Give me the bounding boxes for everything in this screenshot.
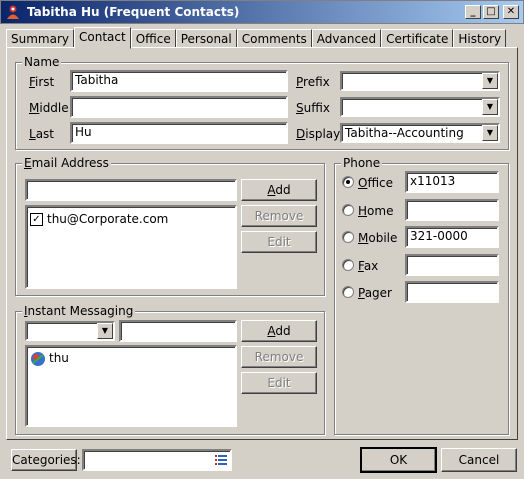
fax-label: Fax bbox=[358, 259, 379, 273]
mobile-phone-field[interactable]: 321-0000 bbox=[405, 226, 499, 248]
fax-phone-field[interactable] bbox=[405, 254, 499, 276]
close-button[interactable]: ✕ bbox=[503, 5, 519, 19]
prefix-label: Prefix bbox=[296, 75, 330, 89]
first-name-field[interactable]: Tabitha bbox=[70, 70, 288, 92]
im-list[interactable]: thu bbox=[25, 345, 237, 427]
mobile-radio[interactable] bbox=[342, 231, 354, 243]
email-list[interactable]: ✓ thu@Corporate.com bbox=[25, 205, 237, 289]
chevron-down-icon[interactable]: ▼ bbox=[97, 323, 113, 339]
list-item[interactable]: thu bbox=[30, 350, 235, 367]
email-remove-button[interactable]: Remove bbox=[241, 205, 317, 227]
checkbox[interactable]: ✓ bbox=[30, 213, 43, 226]
home-phone-field[interactable] bbox=[405, 199, 499, 221]
home-radio[interactable] bbox=[342, 204, 354, 216]
home-label: Home bbox=[358, 204, 394, 218]
tab-personal[interactable]: Personal bbox=[175, 29, 237, 49]
im-add-button[interactable]: Add bbox=[241, 320, 317, 342]
mobile-label: Mobile bbox=[358, 231, 398, 245]
pager-phone-field[interactable] bbox=[405, 281, 499, 303]
pager-label: Pager bbox=[358, 286, 392, 300]
email-input[interactable] bbox=[25, 179, 237, 201]
display-label: Display bbox=[296, 127, 341, 141]
suffix-select[interactable]: ▼ bbox=[340, 97, 500, 117]
chevron-down-icon[interactable]: ▼ bbox=[482, 73, 498, 89]
fax-radio[interactable] bbox=[342, 259, 354, 271]
maximize-button[interactable]: □ bbox=[483, 5, 499, 19]
im-group-label: Instant Messaging bbox=[22, 304, 136, 318]
email-group-label: Email Address bbox=[22, 156, 111, 170]
window-title: Tabitha Hu (Frequent Contacts) bbox=[27, 5, 240, 19]
pager-radio[interactable] bbox=[342, 286, 354, 298]
tab-office[interactable]: Office bbox=[130, 29, 176, 49]
tab-history[interactable]: History bbox=[453, 29, 507, 49]
tab-comments[interactable]: Comments bbox=[236, 29, 312, 49]
categories-button[interactable]: Categories: bbox=[11, 449, 81, 471]
cancel-button[interactable]: Cancel bbox=[441, 448, 517, 472]
categories-field[interactable] bbox=[82, 449, 232, 471]
ok-button[interactable]: OK bbox=[360, 447, 437, 473]
email-edit-button[interactable]: Edit bbox=[241, 231, 317, 253]
email-add-button[interactable]: Add bbox=[241, 179, 317, 201]
middle-label: Middle bbox=[29, 101, 69, 115]
first-label: First bbox=[29, 75, 55, 89]
name-group-label: Name bbox=[22, 55, 62, 69]
list-item[interactable]: ✓ thu@Corporate.com bbox=[30, 211, 235, 228]
im-handle-input[interactable] bbox=[119, 320, 237, 342]
contact-icon bbox=[5, 4, 21, 20]
tab-summary[interactable]: Summary bbox=[6, 29, 74, 49]
office-radio[interactable] bbox=[342, 176, 354, 188]
tab-certificate[interactable]: Certificate bbox=[381, 29, 454, 49]
title-bar: Tabitha Hu (Frequent Contacts) _ □ ✕ bbox=[0, 0, 524, 24]
chevron-down-icon[interactable]: ▼ bbox=[482, 99, 498, 115]
last-label: Last bbox=[29, 127, 54, 141]
tab-advanced[interactable]: Advanced bbox=[311, 29, 382, 49]
tab-contact[interactable]: Contact bbox=[74, 27, 131, 49]
last-name-field[interactable]: Hu bbox=[70, 122, 288, 144]
im-remove-button[interactable]: Remove bbox=[241, 346, 317, 368]
im-status-icon bbox=[31, 351, 45, 366]
middle-name-field[interactable] bbox=[70, 96, 288, 118]
suffix-label: Suffix bbox=[296, 101, 330, 115]
phone-group-label: Phone bbox=[341, 156, 383, 170]
radio-dot bbox=[346, 180, 350, 184]
tab-strip: Summary Contact Office Personal Comments… bbox=[6, 27, 507, 49]
list-icon[interactable] bbox=[215, 454, 227, 466]
im-edit-button[interactable]: Edit bbox=[241, 372, 317, 394]
display-select[interactable]: Tabitha--Accounting ▼ bbox=[340, 123, 500, 143]
prefix-select[interactable]: ▼ bbox=[340, 71, 500, 91]
minimize-button[interactable]: _ bbox=[465, 5, 481, 19]
chevron-down-icon[interactable]: ▼ bbox=[482, 125, 498, 141]
im-service-select[interactable]: ▼ bbox=[25, 321, 115, 341]
office-phone-field[interactable]: x11013 bbox=[405, 171, 499, 193]
office-label: Office bbox=[358, 176, 394, 190]
